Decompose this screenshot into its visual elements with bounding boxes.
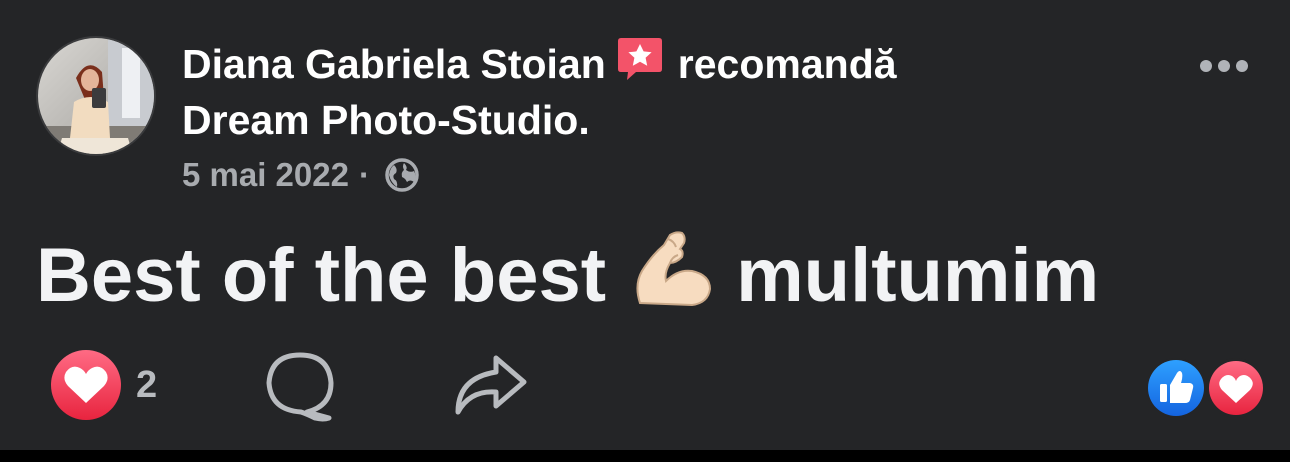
post-text: Best of the best multumim	[36, 228, 1099, 332]
post-title-line: Diana Gabriela Stoian recomandă	[182, 36, 1142, 94]
post-date[interactable]: 5 mai 2022	[182, 156, 349, 193]
post-text-part1: Best of the best	[36, 233, 607, 318]
more-options-icon[interactable]	[1196, 52, 1252, 80]
post-meta: 5 mai 2022 ·	[182, 152, 420, 205]
page-name-line: Dream Photo-Studio.	[182, 94, 1142, 146]
avatar-photo	[38, 38, 154, 154]
meta-separator: ·	[358, 156, 370, 193]
love-reaction-icon	[1206, 358, 1266, 418]
author-avatar[interactable]	[36, 36, 156, 156]
share-icon[interactable]	[452, 352, 528, 418]
love-reaction-icon[interactable]	[50, 349, 122, 421]
post-card: Diana Gabriela Stoian recomandă Dream Pho…	[0, 0, 1290, 450]
like-reaction-icon	[1146, 358, 1206, 418]
post-text-part2: multumim	[736, 233, 1100, 318]
action-text: recomandă	[677, 41, 897, 87]
author-name[interactable]: Diana Gabriela Stoian	[182, 41, 606, 87]
recommend-star-icon	[616, 36, 664, 94]
comment-icon[interactable]	[263, 350, 337, 422]
flexed-biceps-emoji	[630, 229, 714, 332]
globe-icon	[384, 157, 420, 205]
post-header: Diana Gabriela Stoian recomandă Dream Pho…	[182, 36, 1142, 146]
page-name[interactable]: Dream Photo-Studio.	[182, 97, 590, 143]
reaction-count[interactable]: 2	[136, 362, 157, 408]
reactions-summary[interactable]	[1144, 357, 1268, 419]
